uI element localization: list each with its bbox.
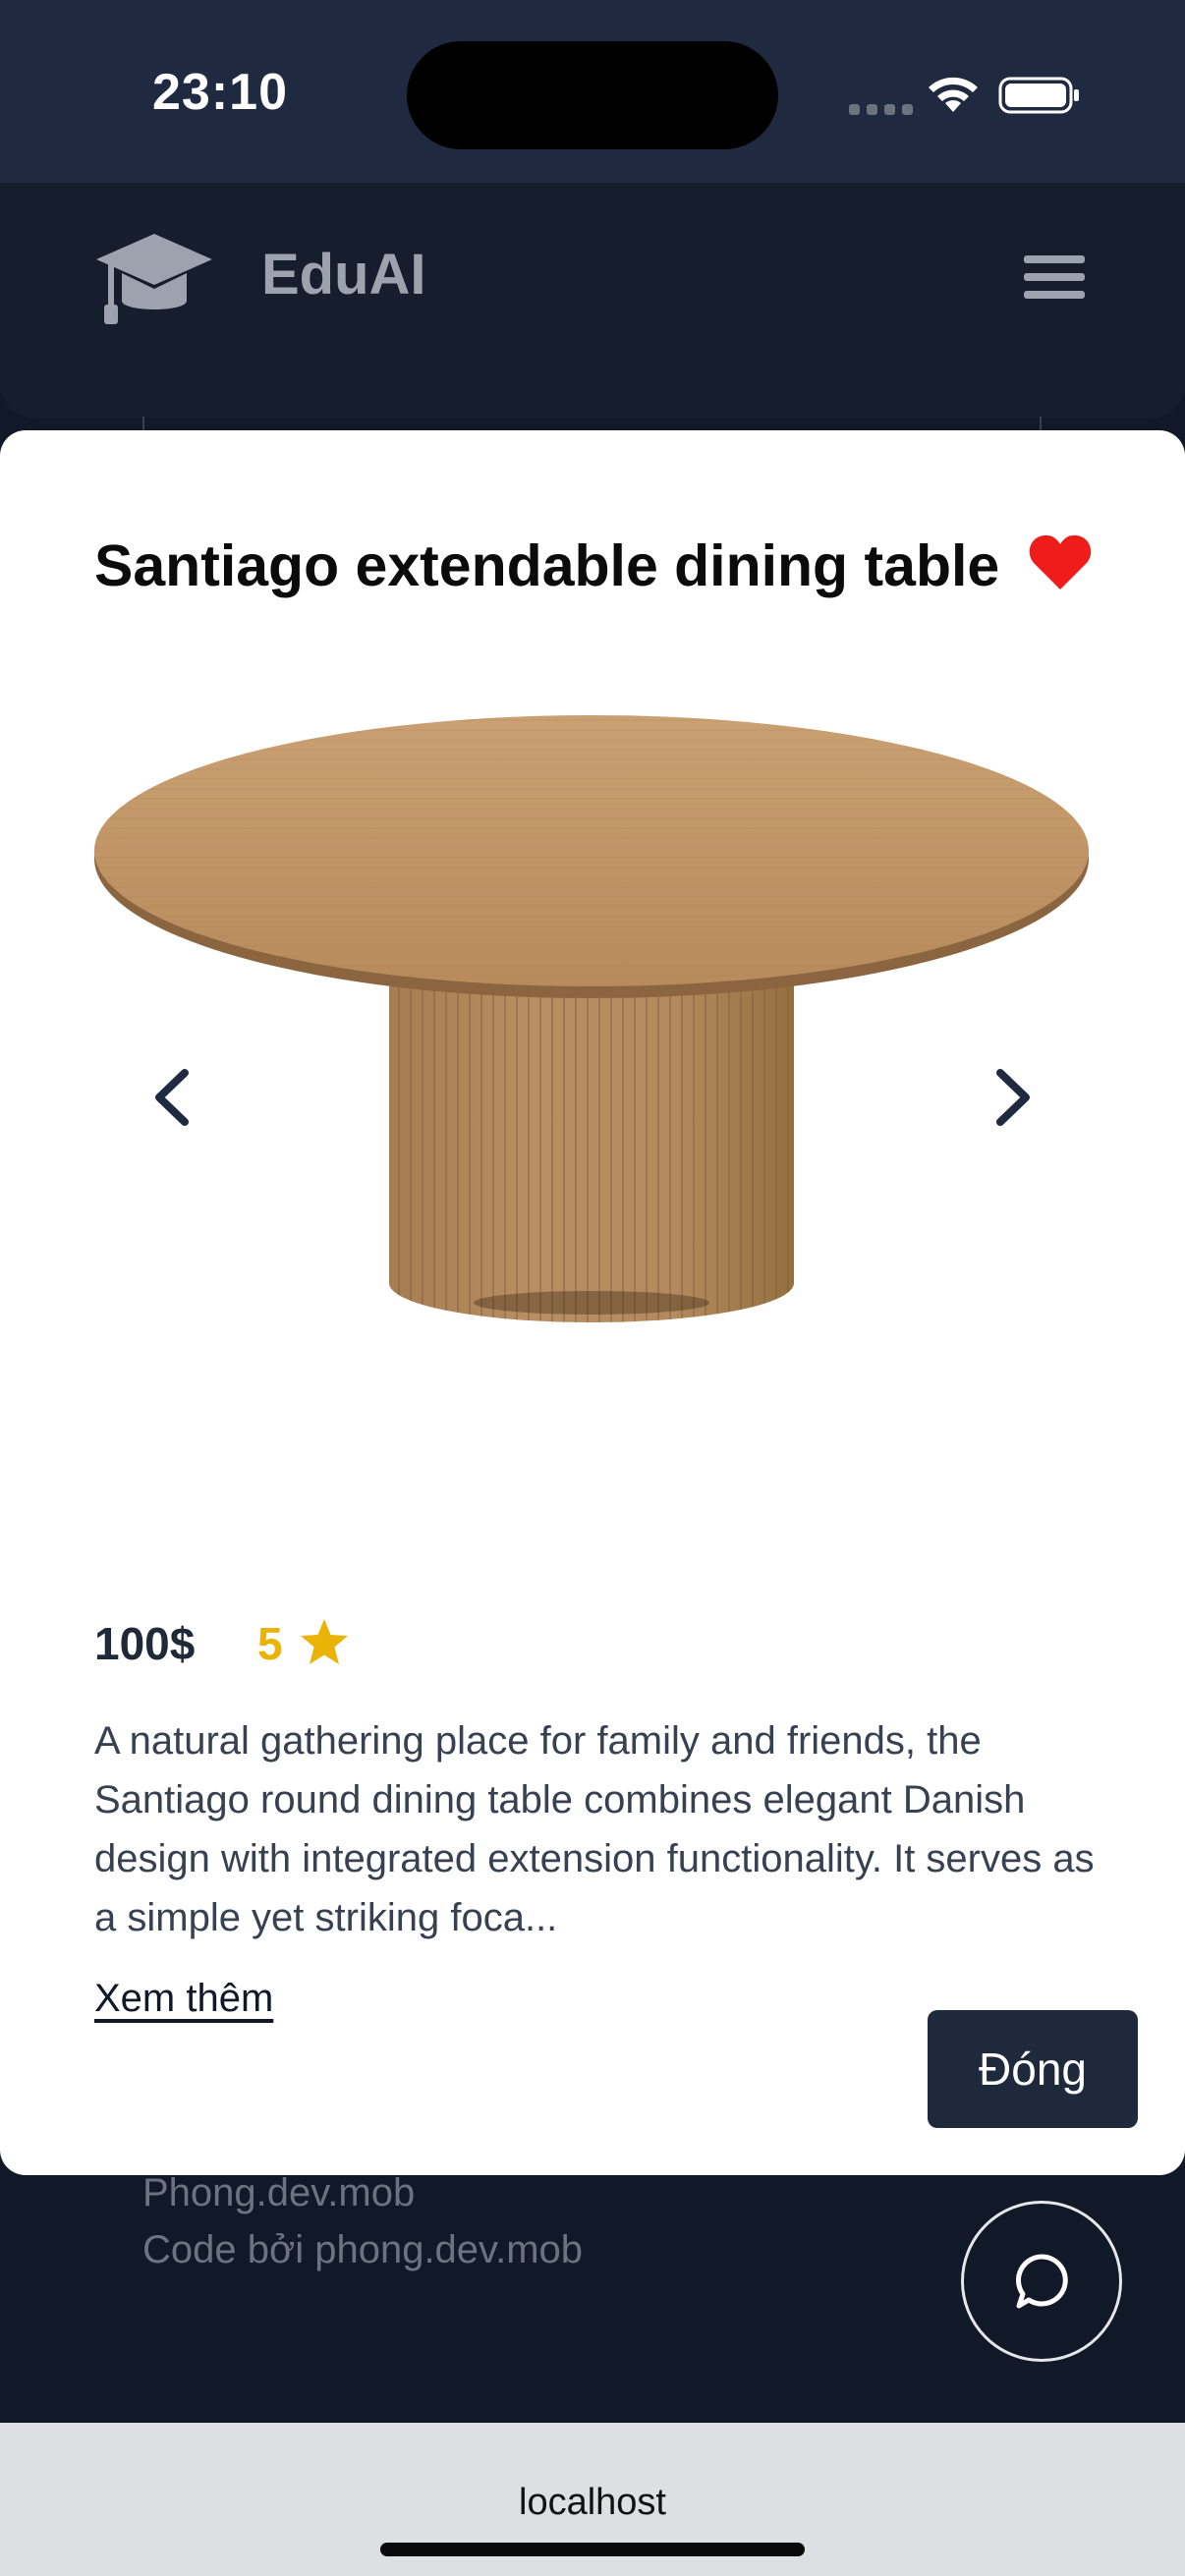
chevron-left-icon[interactable] — [147, 1067, 197, 1128]
signal-dots-icon — [849, 104, 913, 115]
status-time: 23:10 — [152, 64, 288, 121]
product-description: A natural gathering place for family and… — [94, 1719, 1095, 1939]
browser-url-bar[interactable]: localhost — [0, 2423, 1185, 2576]
url-text[interactable]: localhost — [0, 2482, 1185, 2524]
chat-button[interactable] — [961, 2201, 1122, 2362]
brand-name[interactable]: EduAI — [261, 242, 426, 308]
product-title: Santiago extendable dining table — [94, 533, 1000, 598]
chevron-right-icon[interactable] — [988, 1067, 1038, 1128]
product-image — [94, 715, 1089, 1322]
dynamic-island — [407, 41, 778, 149]
wifi-icon — [929, 77, 978, 112]
close-button[interactable]: Đóng — [928, 2010, 1138, 2128]
battery-icon — [998, 77, 1079, 114]
graduation-cap-icon — [96, 234, 212, 324]
app-header: EduAI — [0, 183, 1185, 419]
heart-icon[interactable] — [1028, 532, 1093, 591]
footer-author: Phong.dev.mob — [142, 2171, 416, 2214]
hamburger-menu-icon[interactable] — [1022, 252, 1087, 303]
product-modal: Santiago extendable dining table 100$ 5 … — [0, 430, 1185, 2175]
status-bar: 23:10 — [0, 0, 1185, 183]
chat-bubble-icon — [1015, 2254, 1068, 2309]
home-indicator[interactable] — [380, 2543, 805, 2556]
see-more-link[interactable]: Xem thêm — [94, 1977, 273, 2021]
footer-credit: Code bởi phong.dev.mob — [142, 2228, 584, 2271]
product-rating: 5 — [257, 1618, 283, 1669]
product-price: 100$ — [94, 1618, 196, 1669]
star-icon — [301, 1619, 348, 1664]
